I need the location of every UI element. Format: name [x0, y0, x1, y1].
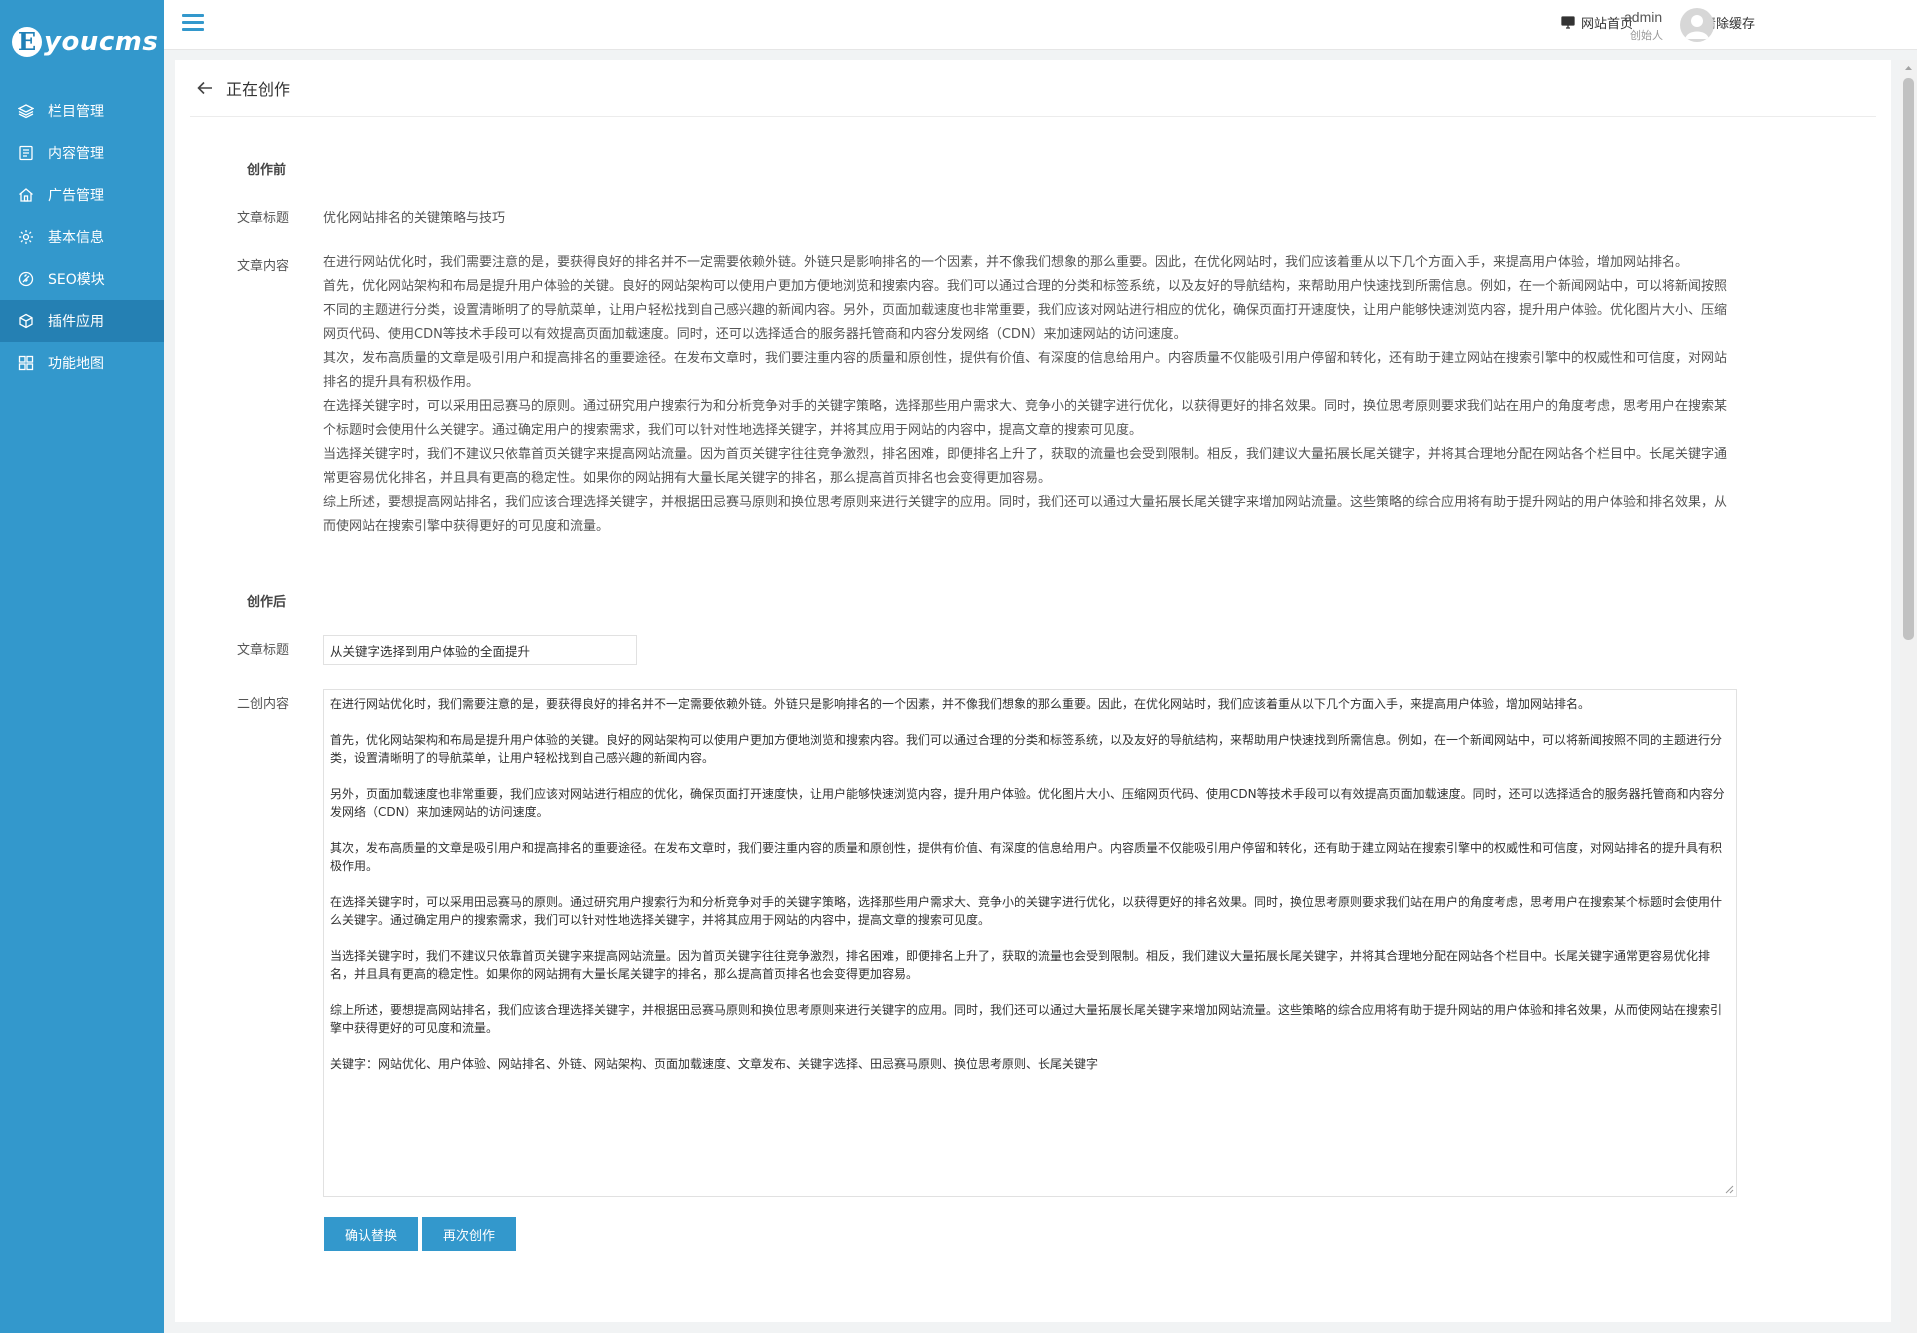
before-title-value: 优化网站排名的关键策略与技巧: [323, 211, 506, 226]
home-icon: [18, 187, 34, 203]
before-title-label: 文章标题: [236, 211, 289, 226]
monitor-icon: [1561, 16, 1575, 29]
confirm-replace-button[interactable]: 确认替换: [324, 1217, 418, 1251]
rewritten-paragraph: 在进行网站优化时，我们需要注意的是，要获得良好的排名并不一定需要依赖外链。外链只…: [330, 697, 1591, 711]
avatar[interactable]: [1680, 8, 1714, 42]
sidebar-item-content[interactable]: 内容管理: [0, 132, 164, 174]
before-paragraph: 首先，优化网站架构和布局是提升用户体验的关键。良好的网站架构可以使用户更加方便地…: [323, 279, 1728, 342]
logo[interactable]: E youcms: [0, 0, 164, 84]
sidebar-item-plugins[interactable]: 插件应用: [0, 300, 164, 342]
user-role: 创始人: [1630, 29, 1663, 42]
sidebar-item-column[interactable]: 栏目管理: [0, 90, 164, 132]
rewritten-paragraph: 首先，优化网站架构和布局是提升用户体验的关键。良好的网站架构可以使用户更加方便地…: [330, 733, 1723, 765]
menu-toggle-icon[interactable]: [182, 14, 204, 34]
before-paragraph: 当选择关键字时，我们不建议只依靠首页关键字来提高网站流量。因为首页关键字往往竞争…: [323, 447, 1728, 486]
rewritten-paragraph: 在选择关键字时，可以采用田忌赛马的原则。通过研究用户搜索行为和分析竞争对手的关键…: [330, 895, 1723, 927]
main-card: 正在创作 创作前 文章标题 优化网站排名的关键策略与技巧 文章内容 在进行网站优…: [175, 60, 1891, 1322]
link-icon: [18, 271, 34, 287]
grid-icon: [18, 355, 34, 371]
cube-icon: [18, 313, 34, 329]
sidebar-item-label: 内容管理: [48, 146, 104, 162]
sidebar-item-label: 功能地图: [48, 356, 104, 372]
before-paragraph: 在选择关键字时，可以采用田忌赛马的原则。通过研究用户搜索行为和分析竞争对手的关键…: [323, 399, 1728, 438]
rewritten-paragraph: 另外，页面加载速度也非常重要，我们应该对网站进行相应的优化，确保页面打开速度快，…: [330, 787, 1725, 819]
sidebar-item-label: 栏目管理: [48, 104, 104, 120]
layers-icon: [18, 103, 34, 119]
sidebar-item-function-map[interactable]: 功能地图: [0, 342, 164, 384]
page-title: 正在创作: [226, 80, 291, 99]
sidebar: E youcms 栏目管理 内容管理 广告管理 基本信息 SEO模块 插件应用 …: [0, 0, 164, 1333]
sidebar-item-label: 基本信息: [48, 230, 104, 246]
before-paragraph: 其次，发布高质量的文章是吸引用户和提高排名的重要途径。在发布文章时，我们要注重内…: [323, 351, 1728, 390]
scroll-up-icon[interactable]: [1900, 60, 1917, 77]
back-arrow-icon[interactable]: [196, 79, 214, 97]
chevron-down-icon[interactable]: [1719, 20, 1729, 30]
rewritten-paragraph: 当选择关键字时，我们不建议只依靠首页关键字来提高网站流量。因为首页关键字往往竞争…: [330, 949, 1711, 981]
sidebar-item-seo[interactable]: SEO模块: [0, 258, 164, 300]
after-title-label: 文章标题: [236, 643, 289, 658]
gear-icon: [18, 229, 34, 245]
after-content-label: 二创内容: [236, 697, 289, 712]
logo-text: youcms: [44, 27, 159, 57]
before-content-label: 文章内容: [236, 259, 289, 274]
before-paragraph: 综上所述，要想提高网站排名，我们应该合理选择关键字，并根据田忌赛马原则和换位思考…: [323, 495, 1728, 534]
keywords-line: 关键字：网站优化、用户体验、网站排名、外链、网站架构、页面加载速度、文章发布、关…: [330, 1057, 1099, 1071]
rewritten-paragraph: 综上所述，要想提高网站排名，我们应该合理选择关键字，并根据田忌赛马原则和换位思考…: [330, 1003, 1723, 1035]
sidebar-item-ads[interactable]: 广告管理: [0, 174, 164, 216]
sidebar-item-label: 广告管理: [48, 188, 104, 204]
section-before-label: 创作前: [247, 163, 287, 178]
site-home-link[interactable]: 网站首页: [1561, 0, 1633, 44]
sidebar-item-basic-info[interactable]: 基本信息: [0, 216, 164, 258]
scrollbar-thumb[interactable]: [1903, 78, 1914, 640]
document-icon: [18, 145, 34, 161]
user-name[interactable]: admin: [1624, 9, 1662, 25]
logo-badge: E: [12, 27, 42, 57]
top-header: 网站首页 清除缓存 admin 创始人: [164, 0, 1917, 50]
section-after-label: 创作后: [247, 595, 287, 610]
regenerate-button[interactable]: 再次创作: [422, 1217, 516, 1251]
page-header: 正在创作: [190, 60, 1876, 117]
rewritten-content-textarea[interactable]: 在进行网站优化时，我们需要注意的是，要获得良好的排名并不一定需要依赖外链。外链只…: [323, 689, 1737, 1197]
rewritten-paragraph: 其次，发布高质量的文章是吸引用户和提高排名的重要途径。在发布文章时，我们要注重内…: [330, 841, 1723, 873]
sidebar-item-label: 插件应用: [48, 314, 104, 330]
before-content: 在进行网站优化时，我们需要注意的是，要获得良好的排名并不一定需要依赖外链。外链只…: [323, 251, 1728, 539]
new-title-input[interactable]: [323, 635, 637, 665]
sidebar-item-label: SEO模块: [48, 272, 105, 288]
resize-handle-icon[interactable]: [1725, 1185, 1734, 1194]
page-scrollbar[interactable]: [1900, 60, 1917, 1333]
before-paragraph: 在进行网站优化时，我们需要注意的是，要获得良好的排名并不一定需要依赖外链。外链只…: [323, 255, 1689, 270]
